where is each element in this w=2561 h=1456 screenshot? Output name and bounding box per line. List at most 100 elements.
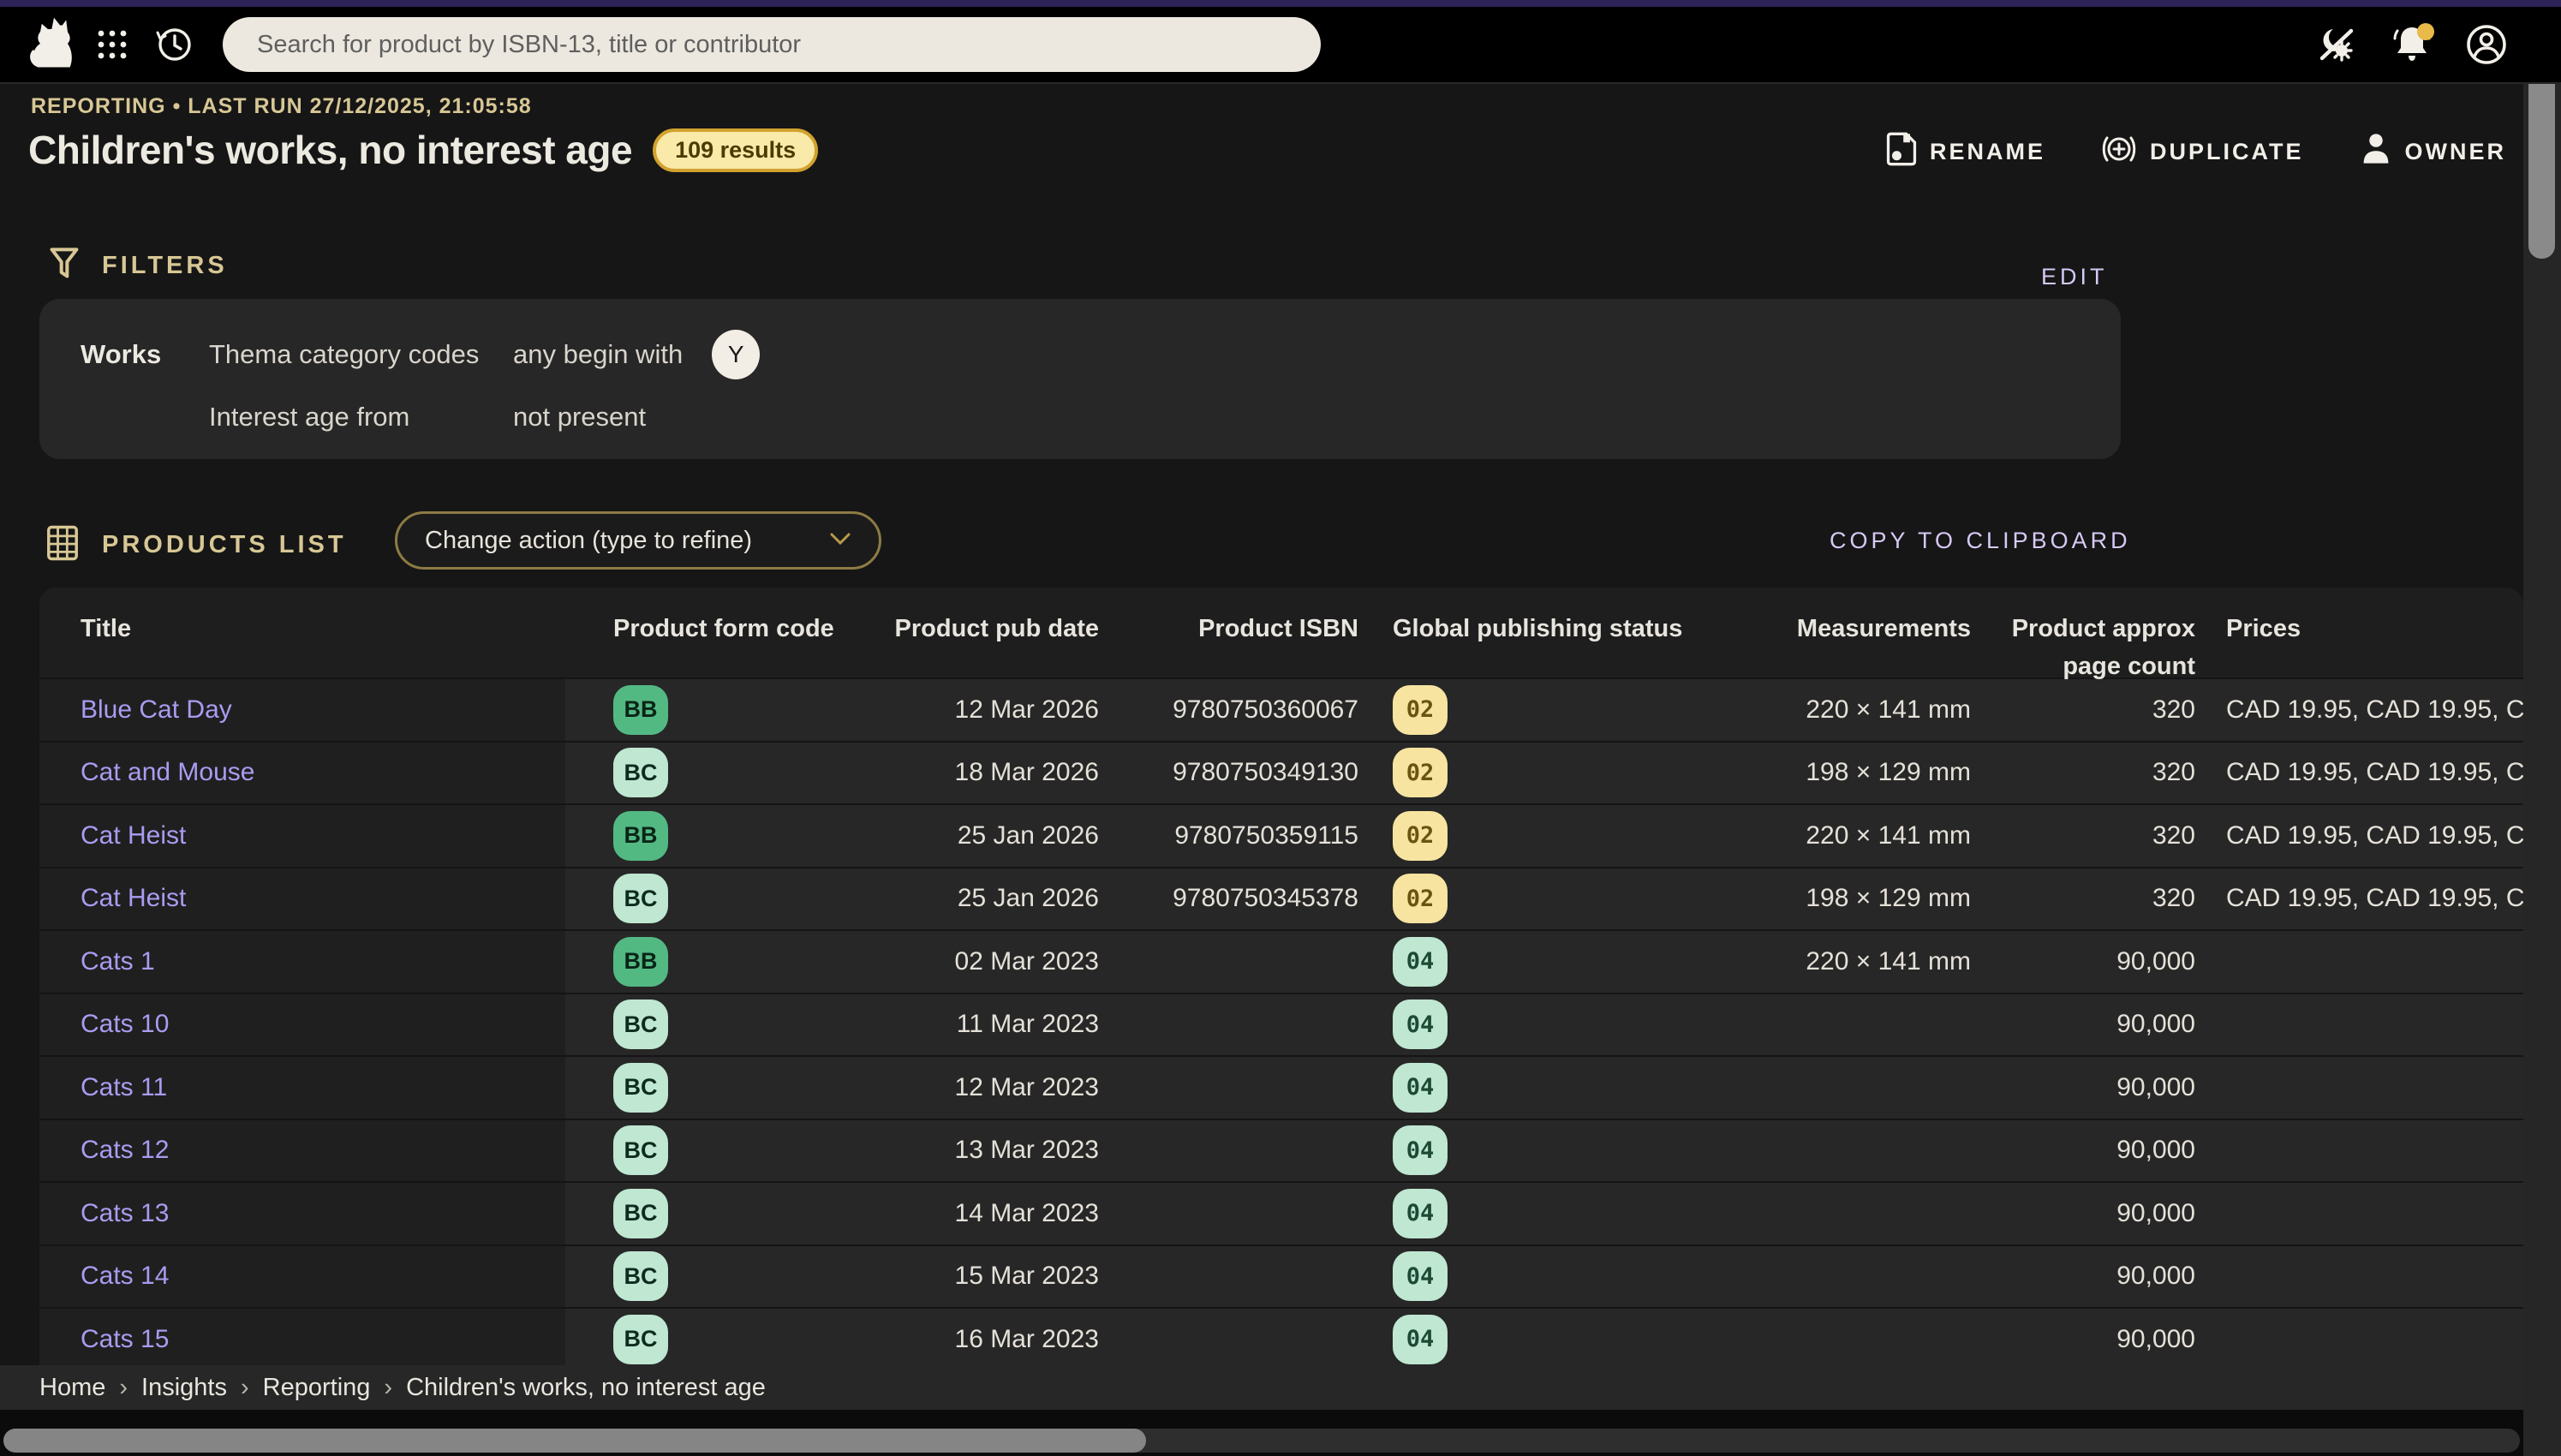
notification-dot	[2417, 23, 2434, 40]
isbn-cell: 9780750360067	[1106, 695, 1367, 725]
pub-date-cell: 12 Mar 2026	[875, 695, 1106, 725]
product-title-link[interactable]: Cats 13	[81, 1199, 169, 1228]
column-header[interactable]: Product form code	[565, 588, 875, 685]
table-row[interactable]: Cats 14 BC 15 Mar 2023 04 90,000	[39, 1244, 2523, 1308]
column-header[interactable]: Product approx page count	[1979, 588, 2202, 685]
column-header[interactable]: Global publishing status	[1367, 588, 1744, 685]
form-code-badge: BC	[613, 874, 668, 923]
rename-button[interactable]: RENAME	[1885, 131, 2045, 173]
product-title-link[interactable]: Cats 10	[81, 1010, 169, 1039]
breadcrumb-separator: ›	[384, 1374, 392, 1402]
table-row[interactable]: Cats 15 BC 16 Mar 2023 04 90,000	[39, 1307, 2523, 1365]
isbn-cell: 9780750345378	[1106, 884, 1367, 913]
breadcrumb-separator: ›	[241, 1374, 249, 1402]
product-title-link[interactable]: Cat and Mouse	[81, 758, 254, 787]
table-row[interactable]: Cats 11 BC 12 Mar 2023 04 90,000	[39, 1055, 2523, 1119]
filter-card: Works Thema category codes any begin wit…	[39, 299, 2121, 459]
publishing-status-badge: 04	[1393, 1189, 1448, 1238]
cat-logo-icon[interactable]	[22, 15, 72, 75]
column-header[interactable]: Product ISBN	[1106, 588, 1367, 685]
table-row[interactable]: Blue Cat Day BB 12 Mar 2026 978075036006…	[39, 677, 2523, 741]
copy-to-clipboard-button[interactable]: COPY TO CLIPBOARD	[1830, 528, 2131, 554]
publishing-status-cell: 04	[1367, 1000, 1744, 1049]
table-row[interactable]: Cats 1 BB 02 Mar 2023 04 220 × 141 mm 90…	[39, 929, 2523, 993]
publishing-status-cell: 04	[1367, 1251, 1744, 1301]
table-row[interactable]: Cat and Mouse BC 18 Mar 2026 97807503491…	[39, 741, 2523, 804]
table-row[interactable]: Cat Heist BB 25 Jan 2026 9780750359115 0…	[39, 803, 2523, 867]
horizontal-scrollbar-thumb[interactable]	[3, 1429, 1146, 1453]
pub-date-cell: 15 Mar 2023	[875, 1262, 1106, 1291]
measurements-cell: 220 × 141 mm	[1744, 695, 1979, 725]
duplicate-button[interactable]: DUPLICATE	[2100, 130, 2304, 174]
search-input[interactable]	[223, 17, 1321, 72]
title-cell: Cat and Mouse	[39, 743, 565, 804]
product-title-link[interactable]: Cats 12	[81, 1136, 169, 1165]
page-count-cell: 320	[1979, 695, 2202, 725]
filter-funnel-icon	[49, 247, 80, 285]
publishing-status-cell: 02	[1367, 874, 1744, 923]
isbn-cell: 9780750349130	[1106, 758, 1367, 787]
page-count-cell: 320	[1979, 884, 2202, 913]
edit-filters-button[interactable]: EDIT	[2041, 264, 2108, 290]
page-title: Children's works, no interest age	[28, 127, 632, 173]
filter-field-label: Thema category codes	[209, 339, 513, 370]
account-icon[interactable]	[2463, 21, 2510, 68]
column-header[interactable]: Measurements	[1744, 588, 1979, 685]
product-title-link[interactable]: Cats 15	[81, 1325, 169, 1354]
table-row[interactable]: Cats 10 BC 11 Mar 2023 04 90,000	[39, 993, 2523, 1056]
form-code-cell: BC	[565, 748, 875, 797]
change-action-dropdown[interactable]: Change action (type to refine)	[395, 511, 881, 570]
measurements-cell: 198 × 129 mm	[1744, 758, 1979, 787]
breadcrumb-item[interactable]: Home	[39, 1374, 105, 1402]
products-table: TitleProduct form codeProduct pub datePr…	[39, 588, 2523, 1365]
title-cell: Cats 10	[39, 994, 565, 1056]
bell-icon[interactable]	[2388, 21, 2436, 69]
page-count-cell: 90,000	[1979, 1010, 2202, 1039]
form-code-badge: BC	[613, 1251, 668, 1301]
filter-field-label: Interest age from	[209, 402, 513, 433]
prices-cell: CAD 19.95, CAD 19.95, CAD 1	[2202, 758, 2523, 787]
publishing-status-cell: 04	[1367, 1063, 1744, 1113]
table-row[interactable]: Cats 13 BC 14 Mar 2023 04 90,000	[39, 1181, 2523, 1244]
column-header[interactable]: Title	[39, 588, 565, 685]
publishing-status-cell: 02	[1367, 811, 1744, 861]
form-code-cell: BC	[565, 1315, 875, 1364]
product-title-link[interactable]: Cat Heist	[81, 884, 186, 913]
isbn-cell: 9780750359115	[1106, 821, 1367, 850]
pub-date-cell: 02 Mar 2023	[875, 947, 1106, 976]
publishing-status-cell: 04	[1367, 1315, 1744, 1364]
pub-date-cell: 16 Mar 2023	[875, 1325, 1106, 1354]
apps-grid-icon[interactable]	[94, 27, 130, 63]
person-icon	[2359, 131, 2393, 173]
title-cell: Cat Heist	[39, 805, 565, 867]
owner-button[interactable]: OWNER	[2359, 131, 2507, 173]
filter-value-pill: Y	[712, 330, 760, 379]
publishing-status-badge: 02	[1393, 685, 1448, 735]
product-title-link[interactable]: Blue Cat Day	[81, 695, 232, 725]
table-grid-icon	[45, 524, 80, 566]
table-header-row: TitleProduct form codeProduct pub datePr…	[39, 588, 2523, 677]
theme-toggle-icon[interactable]	[2314, 22, 2359, 67]
title-cell: Cats 1	[39, 931, 565, 993]
product-title-link[interactable]: Cats 11	[81, 1073, 167, 1102]
breadcrumb-item[interactable]: Insights	[141, 1374, 227, 1402]
column-header[interactable]: Product pub date	[875, 588, 1106, 685]
duplicate-icon	[2100, 130, 2138, 174]
publishing-status-cell: 04	[1367, 937, 1744, 987]
breadcrumb-item[interactable]: Reporting	[263, 1374, 371, 1402]
product-title-link[interactable]: Cats 14	[81, 1262, 169, 1291]
form-code-badge: BC	[613, 1000, 668, 1049]
product-title-link[interactable]: Cat Heist	[81, 821, 186, 850]
history-icon[interactable]	[154, 25, 194, 64]
table-row[interactable]: Cat Heist BC 25 Jan 2026 9780750345378 0…	[39, 867, 2523, 930]
table-row[interactable]: Cats 12 BC 13 Mar 2023 04 90,000	[39, 1119, 2523, 1182]
column-header[interactable]: Prices	[2202, 588, 2523, 685]
report-eyebrow: REPORTING • LAST RUN 27/12/2025, 21:05:5…	[31, 94, 532, 119]
product-title-link[interactable]: Cats 1	[81, 947, 155, 976]
owner-label: OWNER	[2405, 139, 2507, 165]
publishing-status-badge: 02	[1393, 748, 1448, 797]
publishing-status-badge: 04	[1393, 937, 1448, 987]
form-code-badge: BC	[613, 748, 668, 797]
form-code-cell: BC	[565, 1125, 875, 1175]
pub-date-cell: 12 Mar 2023	[875, 1073, 1106, 1102]
